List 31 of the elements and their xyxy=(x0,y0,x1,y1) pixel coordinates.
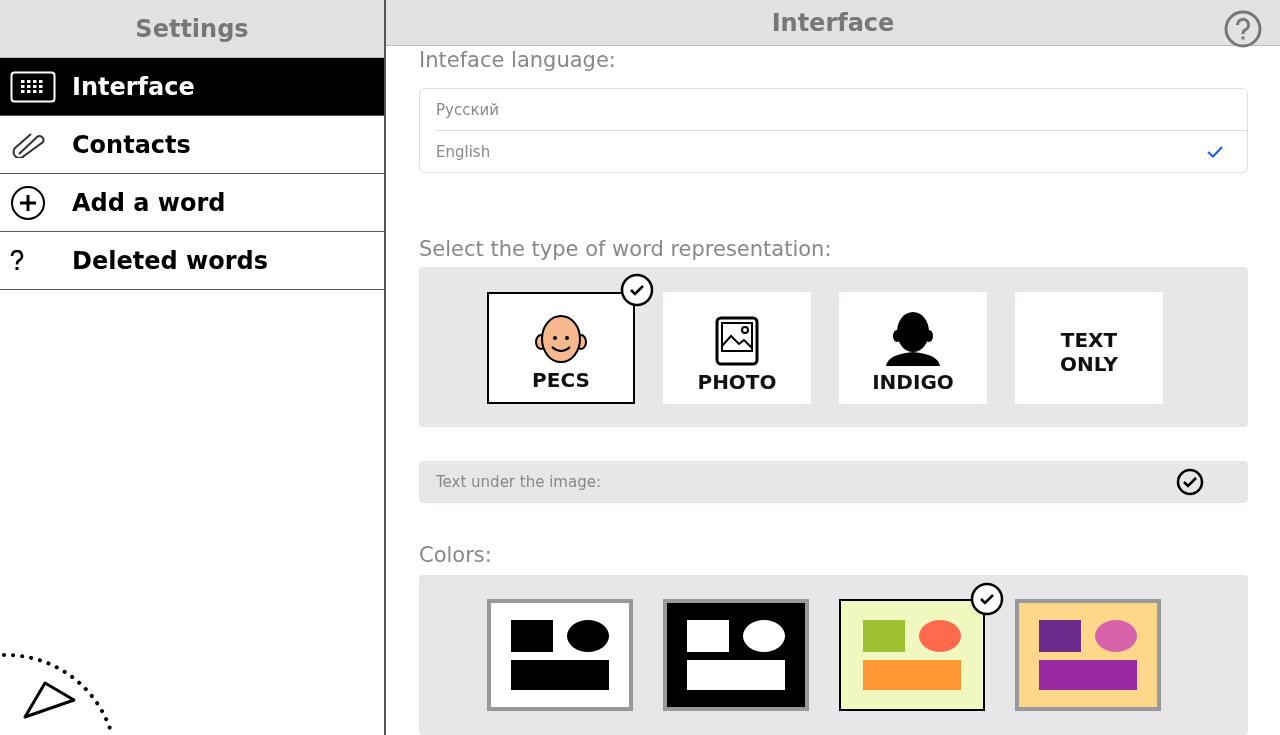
color-scheme-option[interactable] xyxy=(663,599,809,711)
checkmark-icon xyxy=(1207,145,1223,158)
shapes-icon xyxy=(1039,620,1137,690)
plus-circle-icon xyxy=(10,184,46,221)
color-scheme-option[interactable] xyxy=(1015,599,1161,711)
representation-option[interactable]: PHOTO xyxy=(663,292,811,404)
section-label: Select the type of word representation: xyxy=(419,237,833,261)
sidebar-item[interactable]: Interface xyxy=(0,58,384,116)
color-scheme-option[interactable] xyxy=(839,599,985,711)
sidebar-item[interactable]: Add a word xyxy=(0,174,384,232)
help-icon[interactable] xyxy=(1224,10,1262,48)
sidebar-item[interactable]: Deleted words xyxy=(0,232,384,290)
shapes-icon xyxy=(511,620,609,690)
section-label: Inteface language: xyxy=(419,48,617,72)
sidebar-title: Settings xyxy=(135,14,249,43)
language-option[interactable]: Русский xyxy=(436,89,1247,130)
page-title: Interface xyxy=(771,8,895,37)
section-label: Colors: xyxy=(419,543,493,567)
paperclip-icon xyxy=(10,131,46,158)
shapes-icon xyxy=(687,620,785,690)
check-badge-icon xyxy=(620,273,654,307)
representation-option[interactable]: TEXT ONLY xyxy=(1015,292,1163,404)
question-mark-icon xyxy=(10,249,24,272)
shapes-icon xyxy=(863,620,961,690)
language-option[interactable]: English xyxy=(436,130,1247,172)
representation-option[interactable]: INDIGO xyxy=(839,292,987,404)
grid-icon xyxy=(10,70,56,103)
representation-option[interactable]: PECS xyxy=(487,292,635,404)
check-badge-icon xyxy=(970,582,1004,616)
color-scheme-option[interactable] xyxy=(487,599,633,711)
sidebar-item[interactable]: Contacts xyxy=(0,116,384,174)
